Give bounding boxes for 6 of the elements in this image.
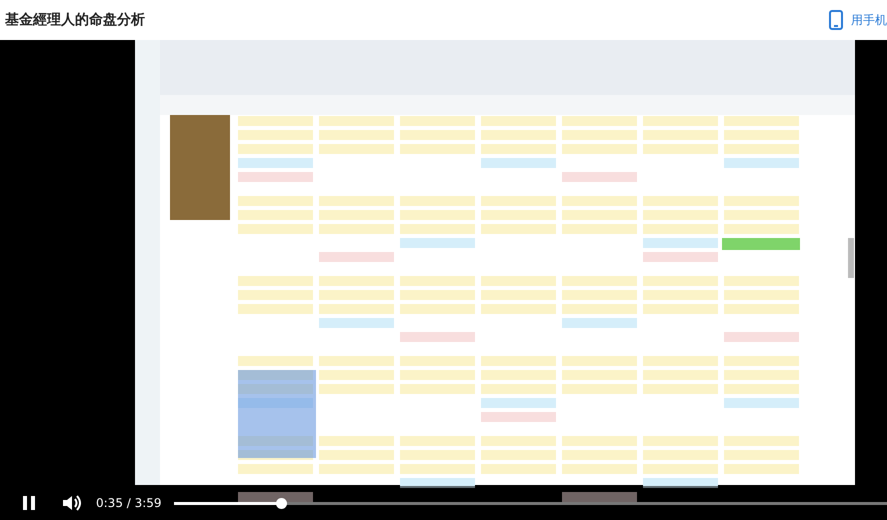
pause-button[interactable]: [22, 495, 36, 511]
volume-button[interactable]: [62, 494, 82, 512]
mobile-link[interactable]: 用手机: [829, 10, 887, 30]
page-title: 基金經理人的命盘分析: [5, 11, 145, 29]
phone-icon: [829, 10, 843, 30]
time-display: 0:35 / 3:59: [96, 496, 162, 510]
